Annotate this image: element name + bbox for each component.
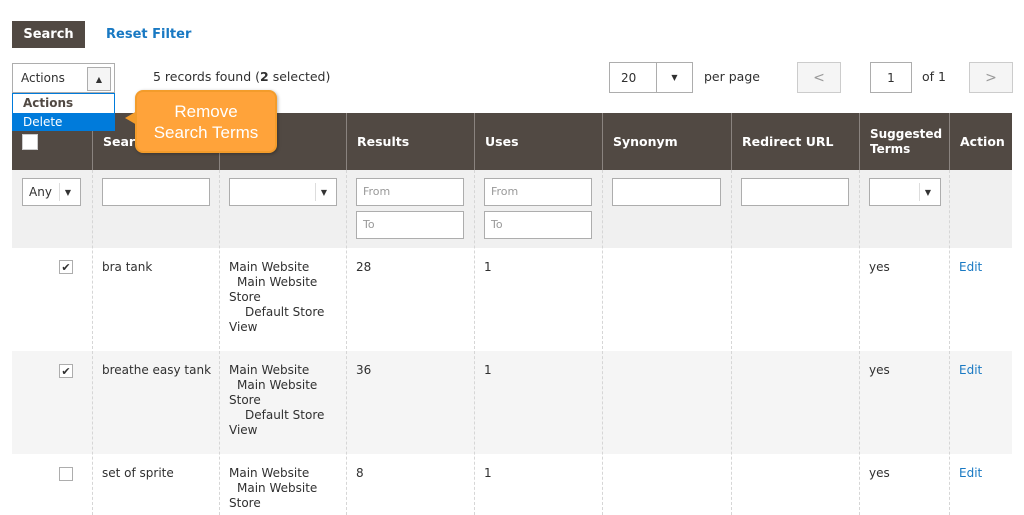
row-checkbox[interactable] <box>59 467 73 481</box>
column-divider <box>219 170 220 515</box>
suggested-cell: yes <box>869 260 890 274</box>
uses-to-input[interactable]: To <box>484 211 592 239</box>
column-divider <box>731 170 732 515</box>
store-filter-select[interactable]: ▼ <box>229 178 337 206</box>
uses-cell: 1 <box>484 260 492 274</box>
table-row[interactable]: set of sprite Main Website Main Website St… <box>12 454 1012 515</box>
results-from-input[interactable]: From <box>356 178 464 206</box>
results-cell: 28 <box>356 260 372 274</box>
actions-menu: Actions Delete <box>12 93 115 131</box>
per-page-label: per page <box>704 69 760 84</box>
reset-filter-link[interactable]: Reset Filter <box>106 27 191 42</box>
any-option: Any <box>29 185 52 199</box>
actions-menu-header: Actions <box>23 96 74 110</box>
col-uses[interactable]: Uses <box>474 113 602 170</box>
callout-line-1: Remove <box>174 102 238 121</box>
suggested-cell: yes <box>869 363 890 377</box>
column-divider <box>92 170 93 515</box>
col-synonym[interactable]: Synonym <box>602 113 731 170</box>
search-query-cell: breathe easy tank <box>102 363 212 377</box>
column-divider <box>346 170 347 515</box>
row-checkbox[interactable]: ✔ <box>59 364 73 378</box>
search-query-cell: bra tank <box>102 260 153 274</box>
store-cell: Main Website Main Website Store Default Sto… <box>229 260 325 334</box>
uses-cell: 1 <box>484 466 492 480</box>
callout-annotation: Remove Search Terms <box>125 90 277 153</box>
table-row[interactable]: ✔ bra tank Main Website Main Website Store… <box>12 248 1012 351</box>
per-page-value: 20 <box>621 71 637 85</box>
suggested-filter-select[interactable]: ▼ <box>869 178 941 206</box>
column-divider <box>602 170 603 515</box>
actions-dropdown-label: Actions <box>21 71 65 85</box>
search-button[interactable]: Search <box>12 21 85 48</box>
chevron-down-icon: ▼ <box>315 183 332 201</box>
column-divider <box>859 170 860 515</box>
store-cell: Main Website Main Website Store <box>229 466 318 510</box>
uses-from-input[interactable]: From <box>484 178 592 206</box>
page-number-input[interactable]: 1 <box>870 62 912 93</box>
col-redirect-url[interactable]: Redirect URL <box>731 113 859 170</box>
results-cell: 8 <box>356 466 364 480</box>
col-results[interactable]: Results <box>346 113 474 170</box>
table-row[interactable]: ✔ breathe easy tank Main Website Main Web… <box>12 351 1012 454</box>
chevron-down-icon[interactable]: ▼ <box>656 63 692 92</box>
next-page-button[interactable]: > <box>969 62 1013 93</box>
edit-link[interactable]: Edit <box>949 260 982 275</box>
prev-page-button[interactable]: < <box>797 62 841 93</box>
redirect-url-filter[interactable] <box>741 178 849 206</box>
col-action: Action <box>949 113 1012 170</box>
chevron-down-icon: ▼ <box>59 183 76 201</box>
records-found-text: 5 records found (2 selected) <box>153 69 331 84</box>
search-query-filter[interactable] <box>102 178 210 206</box>
results-cell: 36 <box>356 363 372 377</box>
edit-link[interactable]: Edit <box>949 466 982 481</box>
actions-dropdown[interactable]: Actions ▲ <box>12 63 115 93</box>
edit-link[interactable]: Edit <box>949 363 982 378</box>
row-checkbox[interactable]: ✔ <box>59 260 73 274</box>
store-cell: Main Website Main Website Store Default Sto… <box>229 363 325 437</box>
delete-menu-item[interactable]: Delete <box>13 113 114 131</box>
chevron-down-icon: ▼ <box>919 183 936 201</box>
mass-select-checkbox[interactable] <box>22 134 38 150</box>
column-divider <box>949 170 950 515</box>
chevron-up-icon[interactable]: ▲ <box>87 67 111 91</box>
column-divider <box>474 170 475 515</box>
id-filter-select[interactable]: Any ▼ <box>22 178 81 206</box>
search-query-cell: set of sprite <box>102 466 174 480</box>
uses-cell: 1 <box>484 363 492 377</box>
suggested-cell: yes <box>869 466 890 480</box>
page-total-label: of 1 <box>922 69 946 84</box>
results-to-input[interactable]: To <box>356 211 464 239</box>
col-suggested-terms[interactable]: Suggested Terms <box>859 113 949 170</box>
callout-line-2: Search Terms <box>153 123 259 142</box>
per-page-select[interactable]: 20 ▼ <box>609 62 693 93</box>
synonym-filter[interactable] <box>612 178 721 206</box>
